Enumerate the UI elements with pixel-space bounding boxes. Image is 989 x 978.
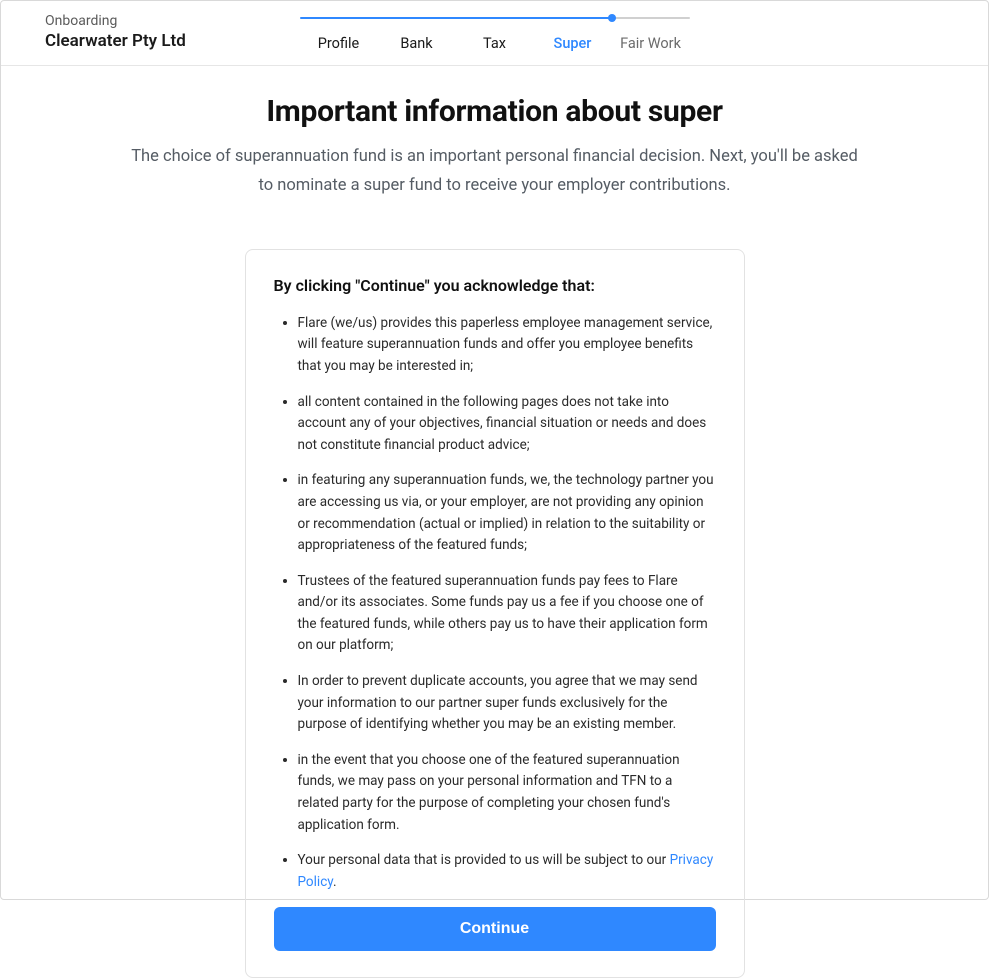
onboarding-label: Onboarding [45, 13, 186, 29]
acknowledgement-card: By clicking "Continue" you acknowledge t… [245, 249, 745, 978]
list-item: In order to prevent duplicate accounts, … [298, 671, 716, 736]
step-bank[interactable]: Bank [378, 13, 456, 52]
step-label: Super [554, 35, 592, 52]
main-content: Important information about super The ch… [1, 66, 988, 978]
step-track [534, 13, 612, 23]
step-label: Tax [483, 35, 506, 52]
step-active-dot-icon [608, 14, 616, 22]
step-track [456, 13, 534, 23]
step-label: Bank [400, 35, 432, 52]
page-title: Important information about super [1, 94, 988, 129]
list-item: all content contained in the following p… [298, 392, 716, 457]
step-track [300, 13, 378, 23]
acknowledgement-list: Flare (we/us) provides this paperless em… [274, 313, 716, 894]
card-heading: By clicking "Continue" you acknowledge t… [274, 276, 716, 295]
continue-button[interactable]: Continue [274, 907, 716, 951]
list-item: Flare (we/us) provides this paperless em… [298, 313, 716, 378]
list-item: Trustees of the featured superannuation … [298, 571, 716, 657]
stepper: Profile Bank Tax Super Fair Work [300, 13, 690, 52]
header: Onboarding Clearwater Pty Ltd Profile Ba… [1, 1, 988, 66]
step-track [612, 13, 690, 23]
step-label: Profile [318, 35, 359, 52]
step-profile[interactable]: Profile [300, 13, 378, 52]
step-fair-work[interactable]: Fair Work [612, 13, 690, 52]
step-label: Fair Work [620, 35, 681, 52]
privacy-suffix: . [333, 874, 337, 890]
privacy-prefix: Your personal data that is provided to u… [298, 852, 670, 868]
list-item-privacy: Your personal data that is provided to u… [298, 850, 716, 893]
list-item: in the event that you choose one of the … [298, 750, 716, 836]
step-tax[interactable]: Tax [456, 13, 534, 52]
step-track [378, 13, 456, 23]
page-subtitle: The choice of superannuation fund is an … [125, 143, 865, 201]
header-left: Onboarding Clearwater Pty Ltd [45, 13, 186, 51]
step-super[interactable]: Super [534, 13, 612, 52]
list-item: in featuring any superannuation funds, w… [298, 470, 716, 556]
company-name: Clearwater Pty Ltd [45, 31, 186, 51]
